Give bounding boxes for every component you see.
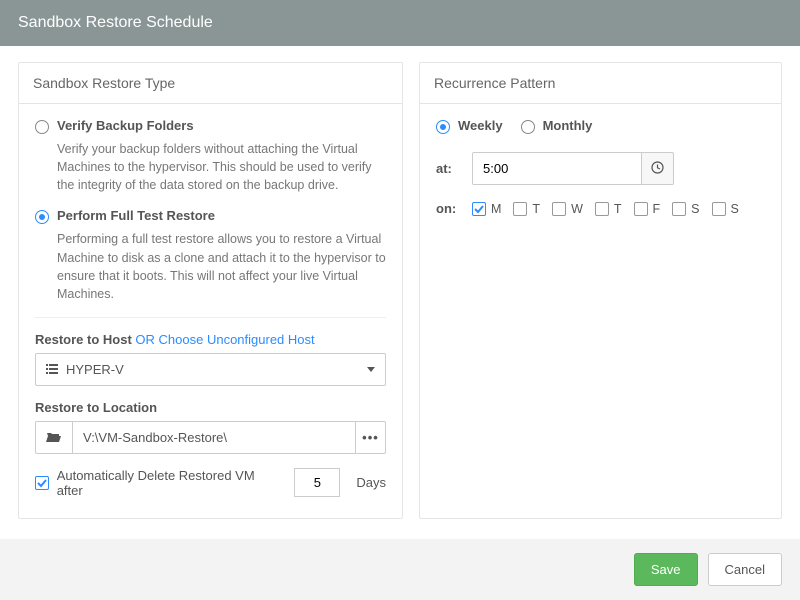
verify-label: Verify Backup Folders [57, 118, 194, 133]
day-thursday[interactable]: T [595, 202, 622, 216]
recurrence-radio-group: Weekly Monthly [436, 118, 765, 134]
day-checkbox-t2[interactable] [595, 202, 609, 216]
auto-delete-label: Automatically Delete Restored VM after [57, 468, 279, 498]
day-saturday[interactable]: S [672, 202, 699, 216]
day-friday[interactable]: F [634, 202, 661, 216]
browse-button[interactable]: ••• [356, 421, 386, 454]
folder-open-icon [46, 431, 62, 443]
full-restore-description: Performing a full test restore allows yo… [57, 230, 386, 303]
day-sunday[interactable]: S [712, 202, 739, 216]
clock-icon [651, 161, 664, 177]
choose-unconfigured-host-link[interactable]: OR Choose Unconfigured Host [135, 332, 314, 347]
on-row: on: M T W T [436, 201, 765, 216]
recurrence-panel: Recurrence Pattern Weekly Monthly at: [419, 62, 782, 519]
day-checkbox-s1[interactable] [672, 202, 686, 216]
at-label: at: [436, 161, 462, 176]
monthly-option[interactable]: Monthly [521, 118, 593, 134]
restore-location-label: Restore to Location [35, 400, 386, 415]
cancel-button[interactable]: Cancel [708, 553, 782, 586]
time-input[interactable] [472, 152, 642, 185]
on-label: on: [436, 201, 462, 216]
days-input[interactable] [294, 468, 340, 497]
list-icon [46, 364, 58, 374]
host-value: HYPER-V [66, 362, 124, 377]
day-checkbox-t1[interactable] [513, 202, 527, 216]
day-checkbox-w[interactable] [552, 202, 566, 216]
day-checkbox-m[interactable] [472, 202, 486, 216]
time-picker-button[interactable] [642, 152, 674, 185]
host-select[interactable]: HYPER-V [35, 353, 386, 386]
full-restore-option[interactable]: Perform Full Test Restore [35, 208, 386, 224]
days-suffix: Days [356, 475, 386, 490]
dialog-header: Sandbox Restore Schedule [0, 0, 800, 46]
monthly-label: Monthly [543, 118, 593, 133]
restore-location-group: ••• [35, 421, 386, 454]
save-button[interactable]: Save [634, 553, 698, 586]
auto-delete-checkbox[interactable] [35, 476, 49, 490]
restore-type-panel: Sandbox Restore Type Verify Backup Folde… [18, 62, 403, 519]
dialog-body: Sandbox Restore Type Verify Backup Folde… [0, 46, 800, 539]
days-group: M T W T F [472, 202, 739, 216]
day-tuesday[interactable]: T [513, 202, 540, 216]
ellipsis-icon: ••• [362, 430, 379, 445]
divider [35, 317, 386, 318]
verify-option[interactable]: Verify Backup Folders [35, 118, 386, 134]
dialog-title: Sandbox Restore Schedule [18, 14, 213, 31]
monthly-radio[interactable] [521, 120, 535, 134]
day-wednesday[interactable]: W [552, 202, 583, 216]
open-folder-button[interactable] [35, 421, 72, 454]
restore-host-label: Restore to Host OR Choose Unconfigured H… [35, 332, 386, 347]
weekly-label: Weekly [458, 118, 503, 133]
full-restore-label: Perform Full Test Restore [57, 208, 215, 223]
restore-type-title: Sandbox Restore Type [19, 63, 402, 104]
full-restore-radio[interactable] [35, 210, 49, 224]
verify-radio[interactable] [35, 120, 49, 134]
weekly-radio[interactable] [436, 120, 450, 134]
at-row: at: [436, 152, 765, 185]
day-checkbox-s2[interactable] [712, 202, 726, 216]
weekly-option[interactable]: Weekly [436, 118, 503, 134]
chevron-down-icon [367, 367, 375, 372]
recurrence-title: Recurrence Pattern [420, 63, 781, 104]
day-monday[interactable]: M [472, 202, 501, 216]
dialog-footer: Save Cancel [0, 539, 800, 600]
location-input[interactable] [72, 421, 356, 454]
verify-description: Verify your backup folders without attac… [57, 140, 386, 194]
day-checkbox-f[interactable] [634, 202, 648, 216]
auto-delete-row: Automatically Delete Restored VM after D… [35, 468, 386, 498]
